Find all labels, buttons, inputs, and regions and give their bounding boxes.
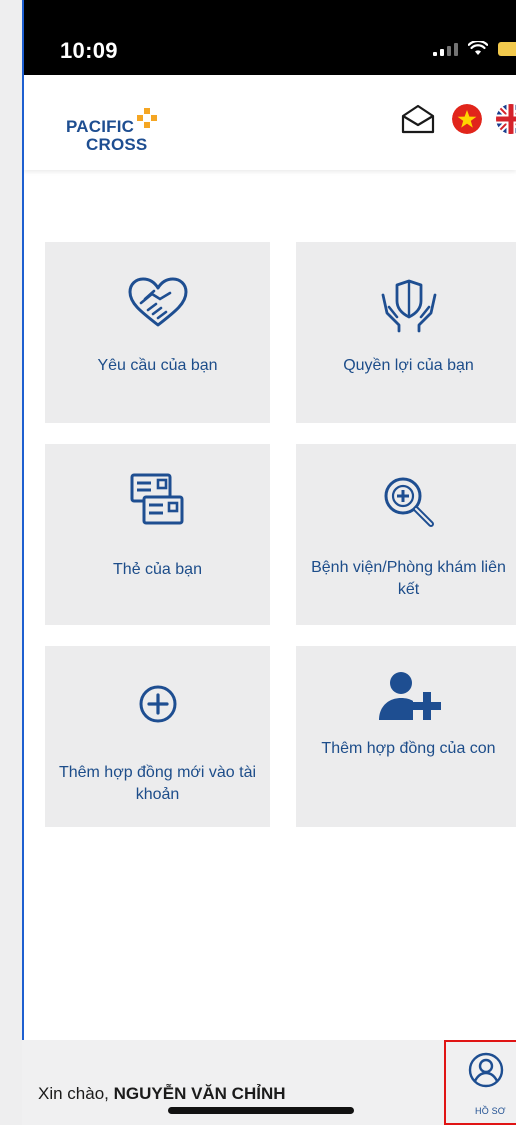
- mail-button[interactable]: [398, 102, 438, 136]
- status-time: 10:09: [60, 38, 118, 63]
- uk-flag-button[interactable]: [496, 104, 516, 134]
- uk-flag-icon: [496, 104, 516, 134]
- cards-icon: [130, 473, 183, 525]
- profile-tab[interactable]: HỒ SƠ: [444, 1040, 516, 1125]
- card-label: Bệnh viện/Phòng khám liên kết: [311, 559, 506, 598]
- card-label: Thêm hợp đồng của con: [321, 740, 496, 757]
- logo-cross-mark: [137, 108, 157, 128]
- card-label: Quyền lợi của bạn: [343, 357, 474, 374]
- plus-circle-icon: [139, 685, 176, 723]
- card-your-requests[interactable]: Yêu cầu của bạn: [45, 242, 270, 423]
- background-gutter: [0, 0, 22, 1125]
- wifi-icon: [468, 41, 488, 55]
- pacific-cross-logo: PACIFIC CROSS: [66, 105, 186, 165]
- battery-icon: [498, 41, 516, 56]
- handshake-heart-icon: [128, 277, 187, 327]
- logo-text-pacific: PACIFIC: [66, 117, 135, 136]
- profile-tab-label: HỒ SƠ: [475, 1106, 506, 1116]
- greeting-prefix: Xin chào,: [38, 1084, 114, 1103]
- user-name: NGUYỄN VĂN CHỈNH: [113, 1084, 286, 1103]
- card-add-contract[interactable]: Thêm hợp đồng mới vào tài khoản: [45, 646, 270, 827]
- card-your-benefits[interactable]: Quyền lợi của bạn: [296, 242, 516, 423]
- screen: 10:09 PACIFIC CROSS Yêu cầu của bạn Quyề…: [0, 0, 516, 1125]
- envelope-icon: [401, 104, 435, 134]
- logo-text-cross: CROSS: [86, 135, 148, 154]
- status-icons: [433, 41, 516, 56]
- header-actions: [398, 102, 516, 136]
- home-indicator: [168, 1107, 354, 1114]
- card-your-cards[interactable]: Thẻ của bạn: [45, 444, 270, 625]
- medical-search-icon: [384, 477, 434, 527]
- card-label: Thêm hợp đồng mới vào tài khoản: [58, 764, 257, 803]
- card-label: Yêu cầu của bạn: [97, 357, 218, 374]
- vietnam-flag-button[interactable]: [452, 104, 482, 134]
- card-label: Thẻ của bạn: [113, 561, 202, 578]
- card-partner-hospitals[interactable]: Bệnh viện/Phòng khám liên kết: [296, 444, 516, 625]
- app-header: PACIFIC CROSS: [24, 75, 516, 170]
- signal-icon: [433, 42, 458, 56]
- greeting-text: Xin chào, NGUYỄN VĂN CHỈNH: [38, 1084, 286, 1104]
- shield-hands-icon: [381, 279, 436, 333]
- vietnam-flag-icon: [452, 104, 482, 134]
- user-circle-icon: [468, 1052, 504, 1088]
- card-add-child-contract[interactable]: Thêm hợp đồng của con: [296, 646, 516, 827]
- status-bar: 10:09: [24, 0, 516, 75]
- add-user-icon: [378, 672, 441, 720]
